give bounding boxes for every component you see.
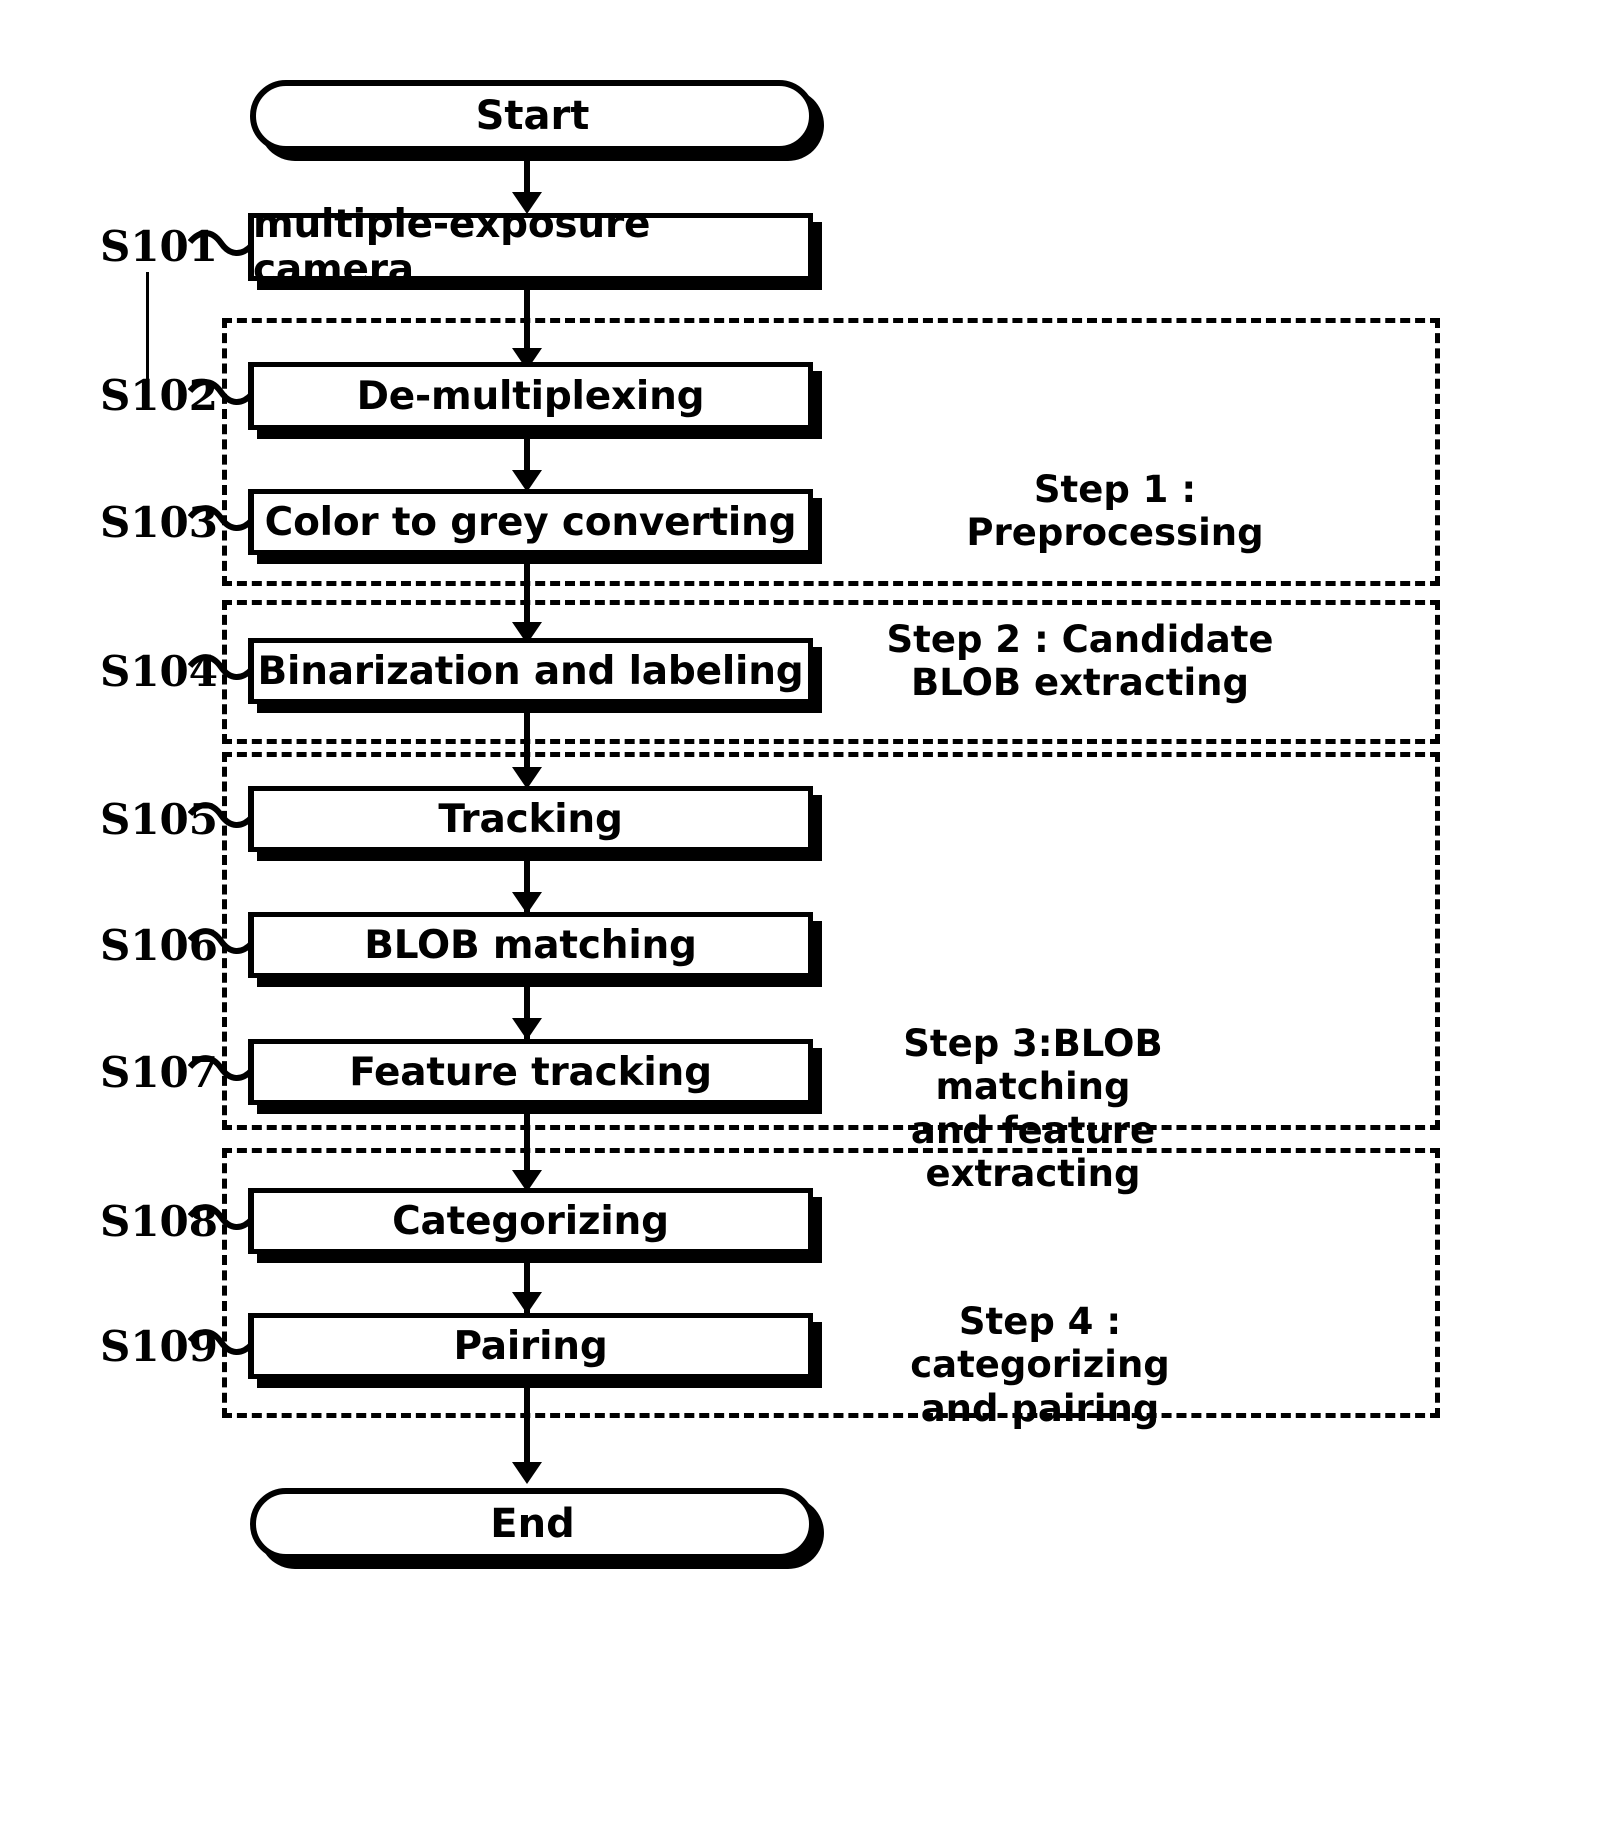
process-box-s107-label: Feature tracking	[349, 1049, 712, 1095]
terminal-start-label: Start	[475, 93, 590, 139]
leader-tick-s105	[248, 788, 254, 850]
leader-tick-s102	[248, 364, 254, 428]
leader-tick-s104	[248, 640, 254, 702]
group-label-step4-line2: and pairing	[920, 1386, 1160, 1430]
arrowhead-s105-to-s106	[512, 892, 542, 914]
arrowhead-s108-to-s109	[512, 1292, 542, 1314]
leader-tick-s101	[248, 215, 254, 279]
leader-tick-s108	[248, 1190, 254, 1252]
terminal-end-label: End	[490, 1501, 575, 1547]
leader-squiggle-s103	[188, 505, 254, 531]
process-box-s109-label: Pairing	[453, 1323, 608, 1369]
leader-squiggle-s104	[188, 654, 254, 680]
terminal-start: Start	[250, 80, 815, 152]
process-box-s106-label: BLOB matching	[364, 922, 697, 968]
process-box-s101: multiple-exposure camera	[248, 202, 813, 292]
connector-s109-to-end	[524, 1386, 530, 1474]
process-box-s103: Color to grey converting	[248, 489, 813, 555]
leader-squiggle-s101	[188, 230, 254, 256]
group-label-step3-line1: Step 3:BLOB matching	[903, 1022, 1163, 1109]
process-box-s104-label: Binarization and labeling	[257, 648, 804, 694]
leader-tick-s103	[248, 491, 254, 553]
leader-squiggle-s106	[188, 928, 254, 954]
terminal-end: End	[250, 1488, 815, 1560]
process-box-s105: Tracking	[248, 786, 813, 852]
arrowhead-s106-to-s107	[512, 1018, 542, 1040]
leader-tick-s107	[248, 1041, 254, 1103]
group-label-step3-line2: and feature extracting	[910, 1108, 1156, 1195]
group-label-step4-line1: Step 4 : categorizing	[910, 1300, 1170, 1387]
flowchart-diagram: Start multiple-exposure camera S101 De-m…	[0, 0, 1609, 1838]
process-box-s101-label: multiple-exposure camera	[253, 202, 651, 292]
group-label-step1: Step 1 : Preprocessing	[930, 468, 1300, 555]
process-box-s103-label: Color to grey converting	[264, 499, 797, 545]
group-label-step1-line2: Preprocessing	[966, 511, 1264, 555]
leader-squiggle-s105	[188, 802, 254, 828]
process-box-s105-label: Tracking	[438, 796, 623, 842]
leader-squiggle-s102	[188, 379, 254, 405]
leader-tick-s106	[248, 914, 254, 976]
group-label-step1-line1: Step 1 :	[1033, 468, 1197, 511]
arrowhead-s109-to-end	[512, 1462, 542, 1484]
group-label-step4: Step 4 : categorizing and pairing	[830, 1300, 1250, 1430]
process-box-s109: Pairing	[248, 1313, 813, 1379]
process-box-s102-label: De-multiplexing	[356, 373, 705, 419]
process-box-s108-label: Categorizing	[392, 1198, 669, 1244]
group-label-step2-line2: BLOB extracting	[911, 661, 1249, 705]
group-label-step2-line1: Step 2 : Candidate	[886, 618, 1274, 661]
connector-s101-to-s102	[524, 288, 530, 356]
leader-tick-s109	[248, 1315, 254, 1377]
process-box-s107: Feature tracking	[248, 1039, 813, 1105]
group-label-step3: Step 3:BLOB matching and feature extract…	[818, 1022, 1248, 1195]
group-label-step2: Step 2 : Candidate BLOB extracting	[860, 618, 1300, 705]
leader-squiggle-s107	[188, 1055, 254, 1081]
leader-squiggle-s108	[188, 1204, 254, 1230]
process-box-s108: Categorizing	[248, 1188, 813, 1254]
leader-squiggle-s109	[188, 1329, 254, 1355]
process-box-s106: BLOB matching	[248, 912, 813, 978]
process-box-s104: Binarization and labeling	[248, 638, 813, 704]
process-box-s102: De-multiplexing	[248, 362, 813, 430]
